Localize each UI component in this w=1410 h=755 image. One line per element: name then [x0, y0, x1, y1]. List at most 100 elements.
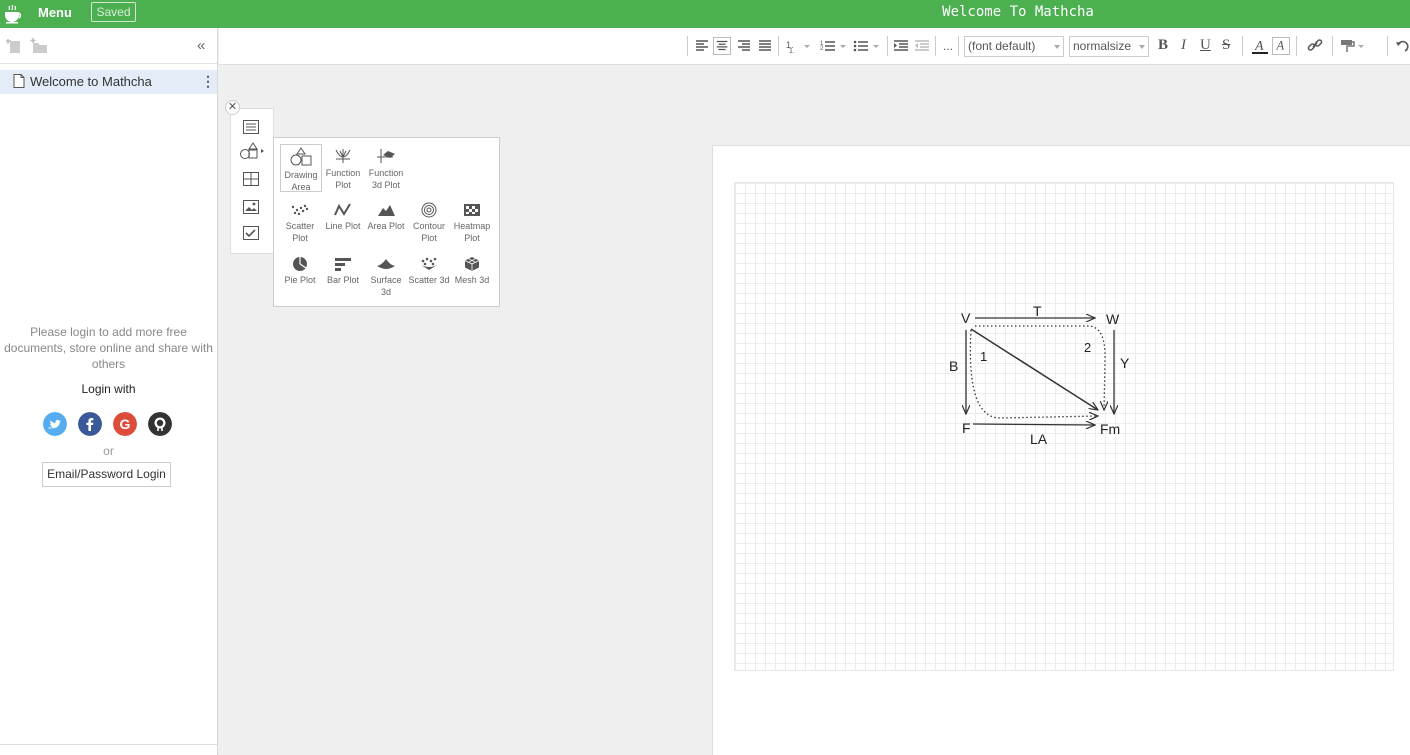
function-plot-icon	[335, 149, 351, 163]
table-icon[interactable]	[243, 172, 259, 186]
font-family-select[interactable]: (font default)	[964, 36, 1064, 57]
surface-3d-item[interactable]: Surface 3d	[365, 256, 407, 298]
font-size-select[interactable]: normalsize	[1069, 36, 1149, 57]
align-left-icon[interactable]	[695, 37, 709, 55]
align-center-icon[interactable]	[713, 37, 731, 55]
document-list-item[interactable]: Welcome to Mathcha ⋮	[0, 70, 217, 94]
document-icon	[13, 74, 25, 88]
region-label-2[interactable]: 2	[1084, 340, 1091, 355]
toolbar-separator	[778, 36, 779, 56]
strikethrough-button[interactable]: S	[1222, 37, 1230, 54]
toolbar-separator	[1242, 36, 1243, 56]
close-icon[interactable]: ✕	[225, 100, 240, 115]
toolbar-separator	[1332, 36, 1333, 56]
region-label-1[interactable]: 1	[980, 349, 987, 364]
image-icon[interactable]	[243, 200, 259, 214]
line-plot-icon	[334, 203, 351, 216]
more-options-icon[interactable]: ⋮	[201, 73, 215, 90]
bar-plot-icon	[335, 258, 351, 271]
svg-text:2: 2	[820, 46, 824, 52]
drawing-area-canvas[interactable]	[734, 182, 1394, 671]
email-password-login-button[interactable]: Email/Password Login	[42, 462, 171, 487]
undo-icon[interactable]	[1395, 37, 1409, 55]
pie-plot-label: Pie Plot	[284, 275, 316, 285]
more-options-button[interactable]: ...	[943, 39, 953, 53]
pie-plot-item[interactable]: Pie Plot	[279, 256, 321, 286]
align-right-icon[interactable]	[737, 37, 751, 55]
numbered-list-icon[interactable]: 12	[820, 37, 848, 55]
drawing-area-item[interactable]: Drawing Area	[280, 144, 322, 192]
arrow-label-t[interactable]: T	[1033, 303, 1042, 319]
plot-type-panel: Drawing Area Function Plot Function 3d P…	[273, 137, 500, 307]
function-plot-item[interactable]: Function Plot	[322, 147, 364, 191]
facebook-login-icon[interactable]	[78, 412, 102, 436]
new-document-icon[interactable]	[6, 38, 24, 54]
area-plot-item[interactable]: Area Plot	[365, 202, 407, 232]
sidebar: « Welcome to Mathcha ⋮ Please login to a…	[0, 28, 218, 755]
checkbox-icon[interactable]	[243, 226, 259, 240]
arrow-label-la[interactable]: LA	[1030, 431, 1047, 447]
heatmap-plot-item[interactable]: Heatmap Plot	[451, 202, 493, 244]
heatmap-plot-label: Heatmap Plot	[453, 221, 491, 243]
area-plot-icon	[378, 205, 395, 216]
arrow-label-y[interactable]: Y	[1120, 355, 1129, 371]
collapse-sidebar-button[interactable]: «	[197, 37, 205, 54]
text-block-icon[interactable]	[243, 120, 259, 134]
bar-plot-item[interactable]: Bar Plot	[322, 256, 364, 286]
mathcha-logo-icon[interactable]	[2, 3, 24, 25]
top-bar: Menu Saved Welcome To Mathcha	[0, 0, 1410, 28]
twitter-login-icon[interactable]	[43, 412, 67, 436]
align-justify-icon[interactable]	[758, 37, 772, 55]
function-plot-label: Function Plot	[325, 168, 361, 190]
scatter-plot-item[interactable]: Scatter Plot	[279, 202, 321, 244]
pie-plot-icon	[293, 257, 307, 271]
contour-plot-label: Contour Plot	[412, 221, 446, 243]
function-3d-plot-item[interactable]: Function 3d Plot	[365, 147, 407, 191]
mesh-3d-item[interactable]: Mesh 3d	[451, 256, 493, 286]
node-fm[interactable]: Fm	[1100, 421, 1120, 437]
saved-status-badge: Saved	[91, 2, 136, 22]
sidebar-toolbar: «	[0, 28, 217, 64]
toolbar-separator	[935, 36, 936, 56]
login-prompt-text: Please login to add more free documents,…	[4, 325, 213, 371]
menu-button[interactable]: Menu	[38, 5, 72, 20]
font-size-value: normalsize	[1073, 39, 1132, 53]
underline-button[interactable]: U	[1200, 37, 1211, 54]
numbering-style-icon[interactable]: 1.1.	[785, 37, 811, 55]
toolbar-separator	[958, 36, 959, 56]
drawing-area-label: Drawing Area	[284, 170, 318, 192]
github-login-icon[interactable]	[148, 412, 172, 436]
login-with-label: Login with	[81, 382, 136, 396]
link-icon[interactable]	[1307, 37, 1323, 55]
new-folder-icon[interactable]	[30, 38, 48, 54]
node-f[interactable]: F	[962, 420, 971, 436]
line-plot-item[interactable]: Line Plot	[322, 202, 364, 232]
heatmap-plot-icon	[464, 204, 480, 216]
format-painter-icon[interactable]	[1339, 37, 1365, 55]
format-toolbar: 1. 1. 12 ... (font default) normalsize B …	[219, 28, 1410, 65]
svg-text:A: A	[1276, 39, 1285, 53]
scatter-plot-label: Scatter Plot	[285, 221, 315, 243]
google-login-icon[interactable]: G	[113, 412, 137, 436]
scatter-3d-item[interactable]: Scatter 3d	[408, 256, 450, 286]
indent-icon[interactable]	[893, 37, 909, 55]
node-w[interactable]: W	[1106, 311, 1119, 327]
bold-button[interactable]: B	[1158, 37, 1168, 54]
italic-button[interactable]: I	[1181, 37, 1186, 54]
highlight-color-icon[interactable]: A	[1272, 37, 1290, 55]
bullet-list-icon[interactable]	[853, 37, 881, 55]
drawing-area-icon	[290, 147, 312, 166]
toolbar-separator	[1296, 36, 1297, 56]
bar-plot-label: Bar Plot	[326, 275, 359, 285]
outdent-icon[interactable]	[914, 37, 930, 55]
node-v[interactable]: V	[961, 310, 970, 326]
mesh-3d-icon	[464, 257, 480, 271]
arrow-label-b[interactable]: B	[949, 358, 958, 374]
contour-plot-item[interactable]: Contour Plot	[408, 202, 450, 244]
text-color-icon[interactable]: A	[1251, 37, 1269, 55]
shapes-plot-icon[interactable]	[240, 142, 264, 160]
function-3d-plot-icon	[377, 149, 395, 163]
font-family-value: (font default)	[968, 39, 1036, 53]
toolbar-separator	[887, 36, 888, 56]
scatter-plot-icon	[291, 204, 309, 216]
